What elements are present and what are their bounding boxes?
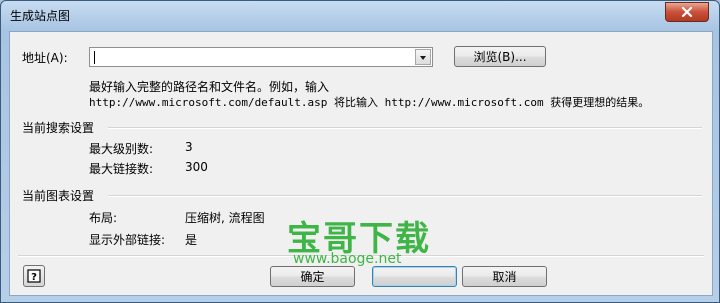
watermark-url: www.baoge.net: [293, 251, 402, 267]
ok-button-label: 确定: [300, 270, 325, 284]
show-external-links-value: 是: [185, 233, 198, 247]
help-icon: ?: [27, 269, 41, 283]
text-caret: [94, 51, 95, 64]
layout-value: 压缩树, 流程图: [185, 211, 265, 225]
browse-button-label: 浏览(B)...: [473, 50, 527, 64]
chart-settings-divider: [108, 195, 702, 197]
address-label: 地址(A):: [22, 51, 68, 65]
max-levels-value: 3: [185, 140, 193, 154]
chart-settings-heading: 当前图表设置: [22, 189, 95, 203]
dialog-window: 生成站点图 地址(A): 浏览(B)... 最好输入完整的路径名和文件名。例如，…: [0, 0, 720, 303]
address-combobox[interactable]: [89, 47, 433, 67]
cancel-button-label: 取消: [492, 270, 517, 284]
dropdown-arrow-icon[interactable]: [415, 49, 431, 65]
window-title: 生成站点图: [10, 9, 71, 23]
browse-button[interactable]: 浏览(B)...: [454, 46, 546, 67]
close-button[interactable]: [665, 2, 709, 22]
close-icon: [681, 7, 693, 17]
hint-line-1: 最好输入完整的路径名和文件名。例如，输入: [89, 80, 330, 94]
search-settings-divider: [108, 127, 702, 129]
max-levels-label: 最大级别数:: [89, 142, 154, 156]
show-external-links-label: 显示外部链接:: [89, 233, 166, 247]
layout-label: 布局:: [89, 211, 118, 225]
cancel-button[interactable]: 取消: [462, 266, 547, 287]
title-bar[interactable]: 生成站点图: [1, 1, 719, 29]
svg-text:?: ?: [31, 272, 37, 283]
help-button[interactable]: ?: [23, 265, 45, 287]
search-settings-heading: 当前搜索设置: [22, 121, 95, 135]
hint-line-2: http://www.microsoft.com/default.asp 将比输…: [89, 96, 650, 109]
watermark: 宝哥下载 www.baoge.net: [271, 211, 446, 269]
ok-button[interactable]: 确定: [270, 266, 355, 287]
default-button[interactable]: [372, 266, 457, 287]
max-links-label: 最大链接数:: [89, 162, 154, 176]
max-links-value: 300: [185, 160, 208, 174]
